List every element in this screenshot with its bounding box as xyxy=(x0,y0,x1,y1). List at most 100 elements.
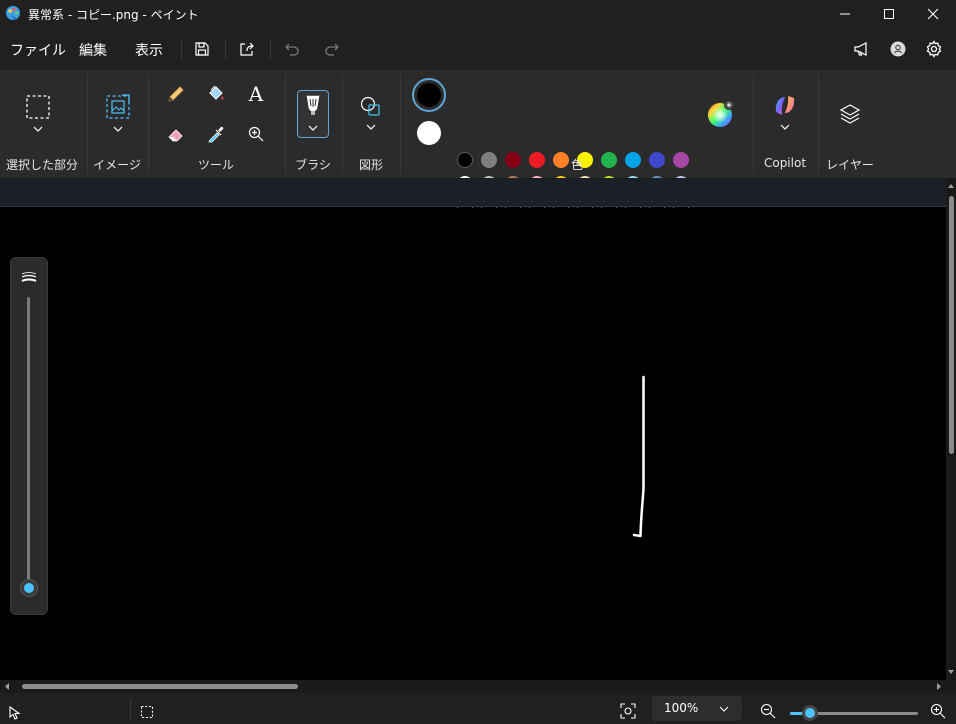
maximize-button[interactable] xyxy=(866,0,912,28)
primary-color-swatch xyxy=(417,83,441,107)
eraser-tool-button[interactable] xyxy=(164,122,188,146)
group-label-tools: ツール xyxy=(197,158,235,172)
fill-tool-button[interactable] xyxy=(204,82,228,106)
redo-button[interactable] xyxy=(320,37,344,61)
canvas-background xyxy=(0,178,946,207)
menu-divider xyxy=(270,39,271,59)
scroll-right-arrow-icon xyxy=(937,683,941,690)
ribbon-toolbar: 選択した部分 イメージ A ツール ブラシ 図形 色 Copilot レイヤー xyxy=(0,70,956,216)
gear-icon xyxy=(926,40,942,58)
avatar-icon xyxy=(890,41,906,57)
secondary-color-button[interactable] xyxy=(416,120,442,146)
selection-tool-button[interactable] xyxy=(22,90,54,134)
palette-color-swatch[interactable] xyxy=(649,152,665,168)
paint-app-icon xyxy=(6,6,20,20)
brush-size-icon xyxy=(21,272,37,282)
palette-color-swatch[interactable] xyxy=(601,152,617,168)
brushes-button[interactable] xyxy=(297,90,329,138)
group-label-layers: レイヤー xyxy=(826,158,874,172)
share-button[interactable] xyxy=(235,37,259,61)
edit-colors-button[interactable] xyxy=(707,100,735,128)
close-icon xyxy=(927,8,939,20)
minimize-button[interactable] xyxy=(822,0,868,28)
zoom-level-dropdown[interactable]: 100% xyxy=(652,696,742,721)
eyedropper-icon xyxy=(208,126,224,143)
zoom-in-icon xyxy=(248,126,264,142)
layers-icon xyxy=(839,104,861,124)
ribbon-divider xyxy=(285,74,286,174)
status-divider xyxy=(130,699,131,719)
ribbon-divider xyxy=(400,74,401,174)
scrollbar-corner xyxy=(946,680,956,693)
palette-color-swatch[interactable] xyxy=(457,152,473,168)
primary-color-button[interactable] xyxy=(412,78,446,112)
title-bar: 異常系 - コピー.png - ペイント xyxy=(0,0,956,28)
copilot-icon xyxy=(775,96,795,130)
palette-color-swatch[interactable] xyxy=(625,152,641,168)
selection-size-icon xyxy=(140,705,154,719)
ribbon-divider xyxy=(87,74,88,174)
group-label-brushes: ブラシ xyxy=(295,158,331,172)
save-icon xyxy=(195,42,209,56)
image-menu-button[interactable] xyxy=(102,90,134,134)
brush-size-slider-track[interactable] xyxy=(27,297,30,597)
palette-color-swatch[interactable] xyxy=(673,152,689,168)
menu-bar: ファイル 編集 表示 xyxy=(0,28,956,70)
group-label-copilot: Copilot xyxy=(763,156,807,170)
group-label-shapes: 図形 xyxy=(358,158,384,172)
menu-view[interactable]: 表示 xyxy=(135,40,163,60)
share-icon xyxy=(240,42,254,56)
brush-size-slider-thumb[interactable] xyxy=(21,580,37,596)
ribbon-divider xyxy=(342,74,343,174)
chevron-down-icon xyxy=(719,706,729,712)
settings-button[interactable] xyxy=(922,37,946,61)
fit-screen-icon xyxy=(620,703,636,719)
palette-color-swatch[interactable] xyxy=(505,152,521,168)
copilot-button[interactable] xyxy=(770,94,800,134)
fit-to-window-button[interactable] xyxy=(618,701,638,721)
account-button[interactable] xyxy=(886,37,910,61)
ribbon-divider xyxy=(818,74,819,174)
text-tool-button[interactable]: A xyxy=(244,82,268,106)
eraser-icon xyxy=(168,129,183,142)
pencil-tool-button[interactable] xyxy=(164,82,188,106)
save-button[interactable] xyxy=(190,37,214,61)
layers-button[interactable] xyxy=(836,100,864,128)
drawing-canvas[interactable] xyxy=(0,208,946,680)
paint-bucket-icon xyxy=(209,85,224,100)
undo-icon xyxy=(285,43,299,56)
zoom-out-icon xyxy=(760,703,776,719)
zoom-in-icon xyxy=(930,703,946,719)
ribbon-divider xyxy=(753,74,754,174)
undo-button[interactable] xyxy=(280,37,304,61)
color-wheel-icon xyxy=(708,100,734,127)
menu-file[interactable]: ファイル xyxy=(10,40,66,60)
vertical-scroll-thumb[interactable] xyxy=(949,196,954,454)
zoom-slider-thumb[interactable] xyxy=(802,705,818,721)
palette-color-swatch[interactable] xyxy=(481,152,497,168)
image-icon xyxy=(106,94,130,132)
scroll-up-arrow-icon xyxy=(948,184,954,188)
shapes-button[interactable] xyxy=(356,94,386,134)
palette-color-swatch[interactable] xyxy=(529,152,545,168)
close-button[interactable] xyxy=(910,0,956,28)
shapes-icon xyxy=(360,96,380,130)
megaphone-icon xyxy=(854,42,867,56)
zoom-out-button[interactable] xyxy=(758,701,778,721)
magnifier-tool-button[interactable] xyxy=(244,122,268,146)
ribbon-divider xyxy=(148,74,149,174)
color-picker-tool-button[interactable] xyxy=(204,122,228,146)
select-rectangle-icon xyxy=(26,95,50,132)
horizontal-scroll-thumb[interactable] xyxy=(22,684,298,689)
cursor-position-icon xyxy=(9,706,21,720)
drawn-stroke xyxy=(632,375,645,538)
minimize-icon xyxy=(840,13,850,15)
feedback-button[interactable] xyxy=(850,37,874,61)
palette-color-swatch[interactable] xyxy=(553,152,569,168)
scroll-down-arrow-icon xyxy=(948,670,954,674)
group-label-colors: 色 xyxy=(570,158,584,172)
zoom-in-button[interactable] xyxy=(928,701,948,721)
window-title: 異常系 - コピー.png - ペイント xyxy=(28,8,199,22)
menu-edit[interactable]: 編集 xyxy=(79,40,107,60)
menu-divider xyxy=(225,39,226,59)
